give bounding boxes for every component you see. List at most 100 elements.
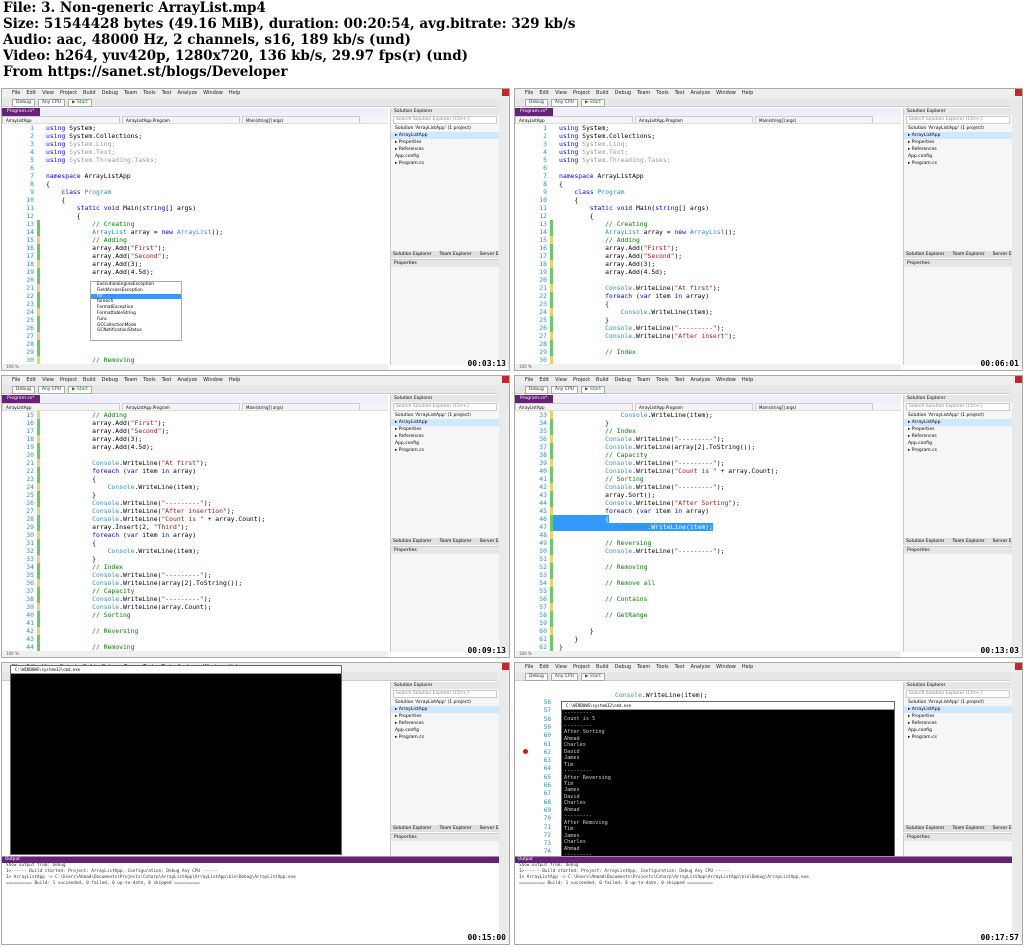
solution-tree-item[interactable]: ▸ Properties	[904, 713, 1012, 720]
menu-item[interactable]: Project	[60, 90, 77, 96]
nav-dropdown[interactable]: ArrayListApp.Program	[635, 403, 753, 410]
menu-item[interactable]: Edit	[539, 664, 549, 670]
nav-dropdown[interactable]: Main(string[] args)	[755, 116, 873, 123]
config-dropdown[interactable]: Debug	[12, 386, 35, 394]
solution-tree-item[interactable]: ▸ Properties	[904, 139, 1012, 146]
menu-item[interactable]: Analyze	[690, 377, 710, 383]
explorer-tab[interactable]: Team Explorer	[438, 252, 472, 257]
menu-item[interactable]: Build	[596, 90, 609, 96]
menu-item[interactable]: View	[555, 664, 567, 670]
menu-item[interactable]: File	[525, 90, 533, 96]
menu-item[interactable]: Tools	[143, 90, 155, 96]
start-button[interactable]: ▶ Start	[581, 386, 605, 394]
solution-tree-item[interactable]: ▸ ArrayListApp	[391, 706, 499, 713]
start-button[interactable]: ▶ Start	[68, 386, 92, 394]
solution-search-input[interactable]: Search Solution Explorer (Ctrl+;)	[393, 403, 497, 411]
solution-tree-item[interactable]: ▸ Program.cs	[904, 447, 1012, 454]
menu-item[interactable]: Build	[596, 664, 609, 670]
menu-item[interactable]: Build	[596, 377, 609, 383]
menu-item[interactable]: Team	[637, 664, 650, 670]
menu-item[interactable]: Tools	[656, 377, 668, 383]
solution-tree-item[interactable]: App.config	[904, 440, 1012, 447]
menu-item[interactable]: Analyze	[690, 664, 710, 670]
menu-item[interactable]: Team	[637, 377, 650, 383]
menu-item[interactable]: Tools	[143, 377, 155, 383]
solution-tree-item[interactable]: App.config	[904, 153, 1012, 160]
nav-dropdown[interactable]: ArrayListApp	[515, 403, 633, 410]
solution-tree-item[interactable]: Solution 'ArrayListApp' (1 project)	[391, 699, 499, 706]
solution-tree-item[interactable]: ▸ Properties	[904, 426, 1012, 433]
menu-item[interactable]: Window	[716, 664, 736, 670]
explorer-tab[interactable]: Team Explorer	[951, 826, 985, 831]
explorer-tab[interactable]: Team Explorer	[951, 539, 985, 544]
menu-item[interactable]: Analyze	[690, 90, 710, 96]
intellisense-popup[interactable]: ExecutionEngineException FieldAccessExcep…	[90, 281, 182, 341]
solution-tree-item[interactable]: App.config	[391, 440, 499, 447]
solution-tree-item[interactable]: Solution 'ArrayListApp' (1 project)	[904, 412, 1012, 419]
menu-item[interactable]: File	[525, 377, 533, 383]
platform-dropdown[interactable]: Any CPU	[37, 386, 65, 394]
menu-item[interactable]: View	[42, 90, 54, 96]
menu-item[interactable]: Help	[742, 377, 753, 383]
solution-tree-item[interactable]: App.config	[391, 153, 499, 160]
menu-item[interactable]: View	[42, 377, 54, 383]
nav-dropdown[interactable]: ArrayListApp.Program	[635, 116, 753, 123]
tab-program-cs[interactable]: Program.cs*	[2, 395, 40, 403]
solution-tree-item[interactable]: ▸ References	[391, 433, 499, 440]
nav-dropdown[interactable]: ArrayListApp	[2, 403, 120, 410]
menu-item[interactable]: Edit	[539, 377, 549, 383]
tab-program-cs[interactable]: Program.cs*	[515, 108, 553, 116]
explorer-tab[interactable]: Server Explorer	[991, 252, 1012, 257]
platform-dropdown[interactable]: Any CPU	[550, 99, 578, 107]
suggestion-item[interactable]: GCNotificationStatus	[91, 328, 181, 334]
solution-tree-item[interactable]: ▸ References	[391, 146, 499, 153]
platform-dropdown[interactable]: Any CPU	[550, 386, 578, 394]
menu-item[interactable]: Tools	[656, 90, 668, 96]
start-button[interactable]: ▶ Start	[581, 673, 605, 681]
nav-dropdown[interactable]: ArrayListApp	[2, 116, 120, 123]
config-dropdown[interactable]: Debug	[525, 386, 548, 394]
nav-dropdown[interactable]: Main(string[] args)	[242, 116, 360, 123]
menu-item[interactable]: Test	[162, 377, 172, 383]
config-dropdown[interactable]: Debug	[525, 99, 548, 107]
nav-dropdown[interactable]: ArrayListApp.Program	[122, 116, 240, 123]
menu-item[interactable]: Window	[203, 377, 223, 383]
solution-tree-item[interactable]: ▸ ArrayListApp	[904, 419, 1012, 426]
explorer-tab[interactable]: Team Explorer	[438, 826, 472, 831]
explorer-tab[interactable]: Solution Explorer	[904, 252, 945, 257]
code-editor[interactable]: 1 using System; 2 using System.Collections;…	[515, 124, 901, 364]
nav-dropdown[interactable]: Main(string[] args)	[242, 403, 360, 410]
menu-item[interactable]: Analyze	[177, 377, 197, 383]
solution-tree-item[interactable]: ▸ Properties	[391, 139, 499, 146]
solution-tree-item[interactable]: Solution 'ArrayListApp' (1 project)	[391, 125, 499, 132]
solution-tree-item[interactable]: Solution 'ArrayListApp' (1 project)	[904, 125, 1012, 132]
explorer-tab[interactable]: Server Explorer	[991, 826, 1012, 831]
solution-tree-item[interactable]: ▸ References	[391, 720, 499, 727]
solution-search-input[interactable]: Search Solution Explorer (Ctrl+;)	[393, 690, 497, 698]
menu-item[interactable]: Test	[675, 90, 685, 96]
solution-tree-item[interactable]: ▸ References	[904, 146, 1012, 153]
menu-item[interactable]: Edit	[539, 90, 549, 96]
solution-tree-item[interactable]: ▸ Program.cs	[391, 734, 499, 741]
solution-search-input[interactable]: Search Solution Explorer (Ctrl+;)	[393, 116, 497, 124]
menu-item[interactable]: Edit	[26, 377, 36, 383]
solution-tree-item[interactable]: ▸ Program.cs	[391, 160, 499, 167]
menu-item[interactable]: Debug	[615, 90, 631, 96]
menu-item[interactable]: Build	[83, 90, 96, 96]
solution-tree-item[interactable]: Solution 'ArrayListApp' (1 project)	[391, 412, 499, 419]
start-button[interactable]: ▶ Start	[581, 99, 605, 107]
nav-dropdown[interactable]: ArrayListApp	[515, 116, 633, 123]
menu-item[interactable]: Help	[229, 377, 240, 383]
platform-dropdown[interactable]: Any CPU	[37, 99, 65, 107]
explorer-tab[interactable]: Team Explorer	[951, 252, 985, 257]
menu-item[interactable]: Build	[83, 377, 96, 383]
explorer-tab[interactable]: Solution Explorer	[391, 539, 432, 544]
tab-program-cs[interactable]: Program.cs*	[515, 395, 553, 403]
explorer-tab[interactable]: Server Explorer	[991, 539, 1012, 544]
platform-dropdown[interactable]: Any CPU	[550, 673, 578, 681]
config-dropdown[interactable]: Debug	[525, 673, 548, 681]
menu-item[interactable]: Team	[637, 90, 650, 96]
menu-item[interactable]: Team	[124, 377, 137, 383]
menu-item[interactable]: Debug	[615, 664, 631, 670]
console-window[interactable]: C:\WINDOWS\system32\cmd.exe	[10, 665, 342, 855]
